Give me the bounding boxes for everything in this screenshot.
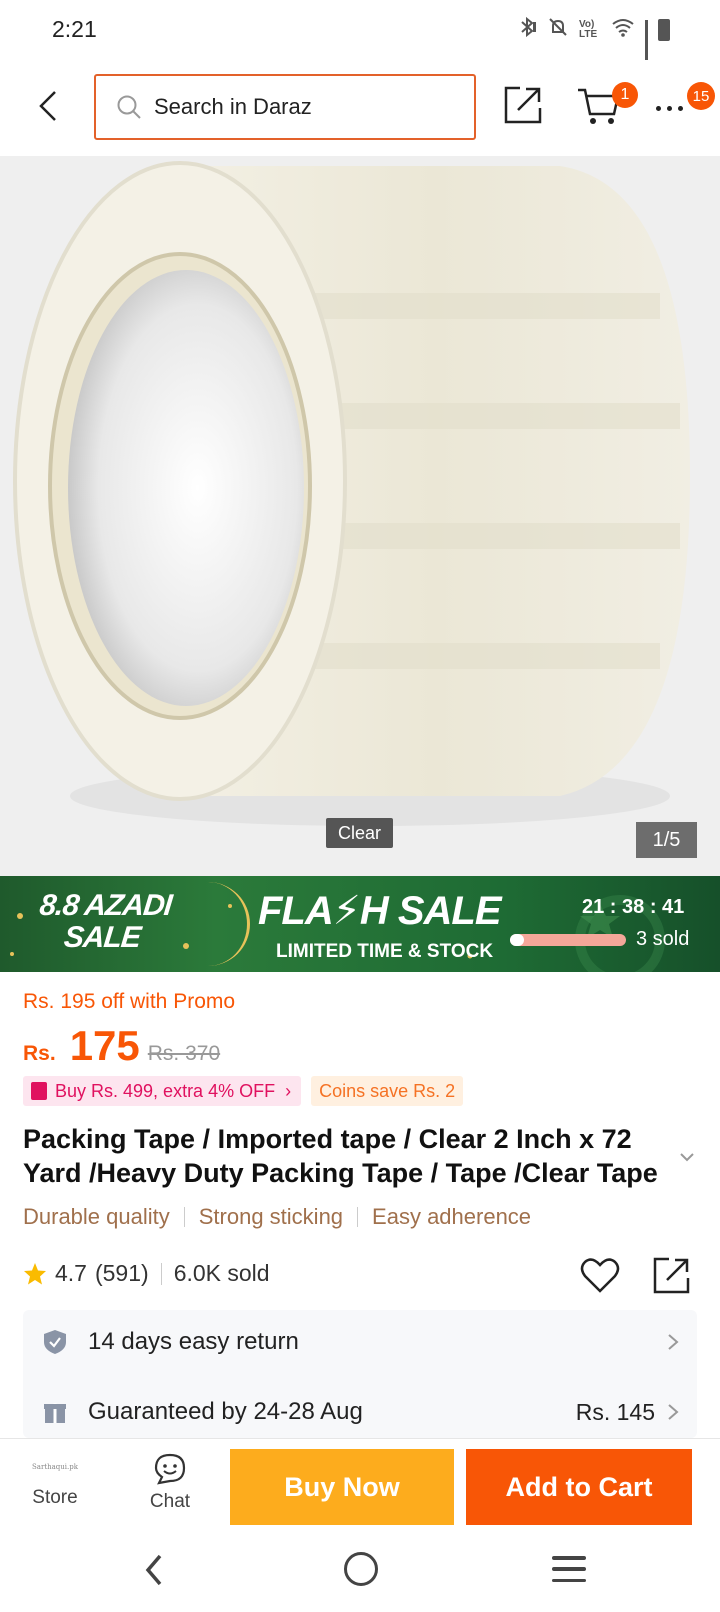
event-line2: SALE [62,921,142,954]
chat-icon [154,1453,186,1485]
add-to-cart-button[interactable]: Add to Cart [466,1449,692,1525]
flash-sale-title: FLA⚡H SALE [258,889,502,933]
more-dot-icon [678,105,683,111]
bluetooth-icon [517,16,537,43]
search-placeholder: Search in Daraz [154,94,312,119]
system-recents-icon[interactable] [552,1556,586,1582]
return-policy-text: 14 days easy return [88,1328,299,1355]
store-label: Store [32,1487,78,1508]
product-image-gallery[interactable]: Clear 1/5 [0,156,720,876]
countdown-timer: 21 : 38 : 41 [582,896,685,918]
chevron-left-icon [39,91,56,121]
original-price: Rs. 370 [147,1042,221,1065]
rating-value: 4.7 [55,1260,87,1286]
share-button[interactable] [502,84,544,126]
delivery-row[interactable]: Guaranteed by 24-28 Aug Rs. 145 [23,1380,697,1438]
coins-tag[interactable]: Coins save Rs. 2 [311,1076,464,1106]
flash-sale-banner[interactable]: 8.8 AZADI SALE FLA⚡H SALE LIMITED TIME &… [0,876,720,972]
feature-item: Easy adherence [372,1204,532,1229]
mute-icon [547,16,569,43]
service-info-card: 14 days easy return Guaranteed by 24-28 … [23,1310,697,1438]
battery-icon [658,18,670,41]
review-count: (591) [94,1260,149,1286]
star-icon [24,1262,46,1284]
chevron-right-icon [668,1334,679,1350]
system-back-icon[interactable] [140,1552,170,1588]
product-title[interactable]: Packing Tape / Imported tape / Clear 2 I… [23,1122,673,1190]
status-bar: 2:21 Vo) LTE [0,0,720,67]
cart-count-badge: 1 [612,82,638,108]
share-icon [504,86,542,124]
store-button[interactable]: Sarthaqui.pk Store [0,1439,110,1527]
price-row: Rs. 175 Rs. 370 [23,1022,220,1070]
return-chevron [667,1333,679,1351]
status-time: 2:21 [52,16,97,42]
buy-more-tag-label: Buy Rs. 499, extra 4% OFF [55,1080,276,1101]
chevron-down-icon[interactable] [678,1148,696,1166]
product-image [13,161,690,826]
divider [160,1262,162,1285]
store-logo: Sarthaqui.pk [32,1463,78,1471]
divider [183,1207,185,1227]
messages-count-badge: 15 [687,82,715,110]
image-counter: 1/5 [636,822,697,858]
delivery-fee-group: Rs. 145 [576,1399,679,1426]
gift-box-icon [44,1403,66,1423]
sold-count: 6.0K sold [173,1260,270,1286]
heart-icon [580,1258,620,1293]
chevron-right-icon: › [285,1080,292,1101]
image-variant-label: Clear [326,818,394,848]
feature-item: Durable quality [23,1204,170,1229]
more-dot-icon [656,105,661,111]
current-price: 175 [69,1022,140,1069]
volte-icon: Vo) LTE [579,18,598,40]
event-badge: 8.8 AZADI SALE [35,889,174,954]
rating-row[interactable]: 4.7 (591) 6.0K sold [23,1260,270,1287]
search-icon [117,95,141,119]
delivery-fee: Rs. 145 [575,1398,655,1425]
promo-discount-text: Rs. 195 off with Promo [23,990,236,1013]
chat-button[interactable]: Chat [116,1439,224,1527]
voucher-icon [31,1082,47,1100]
status-icons: Vo) LTE [517,16,670,67]
system-navigation-bar [0,1526,720,1612]
more-options-button[interactable] [656,98,692,118]
sold-progress-bar [510,934,626,946]
price-currency: Rs. [23,1042,56,1065]
chevron-right-icon [668,1404,679,1420]
system-home-icon[interactable] [344,1552,378,1586]
flash-sale-subtitle: LIMITED TIME & STOCK [276,941,494,962]
search-input[interactable]: Search in Daraz [94,74,476,140]
share-icon [653,1257,690,1294]
buy-more-tag[interactable]: Buy Rs. 499, extra 4% OFF › [23,1076,302,1106]
event-line1: 8.8 AZADI [38,889,174,922]
divider [357,1207,359,1227]
back-button[interactable] [28,84,68,128]
promo-tags: Buy Rs. 499, extra 4% OFF › Coins save R… [23,1076,464,1106]
buy-now-button[interactable]: Buy Now [230,1449,454,1525]
flash-sold-count: 3 sold [636,928,690,950]
share-product-button[interactable] [652,1255,692,1295]
feature-item: Strong sticking [198,1204,344,1229]
shield-check-icon [44,1330,66,1354]
product-features: Durable quality Strong sticking Easy adh… [23,1204,531,1230]
sold-progress-fill [510,934,524,946]
more-dot-icon [667,105,672,111]
wifi-icon [611,17,635,42]
top-header: Search in Daraz 1 15 [0,60,720,156]
chat-label: Chat [149,1491,191,1512]
delivery-text: Guaranteed by 24-28 Aug [88,1398,363,1425]
bottom-action-bar: Sarthaqui.pk Store Chat Buy Now Add to C… [0,1438,720,1526]
signal-icon [645,19,648,67]
return-policy-row[interactable]: 14 days easy return [23,1310,697,1374]
wishlist-button[interactable] [580,1256,620,1294]
